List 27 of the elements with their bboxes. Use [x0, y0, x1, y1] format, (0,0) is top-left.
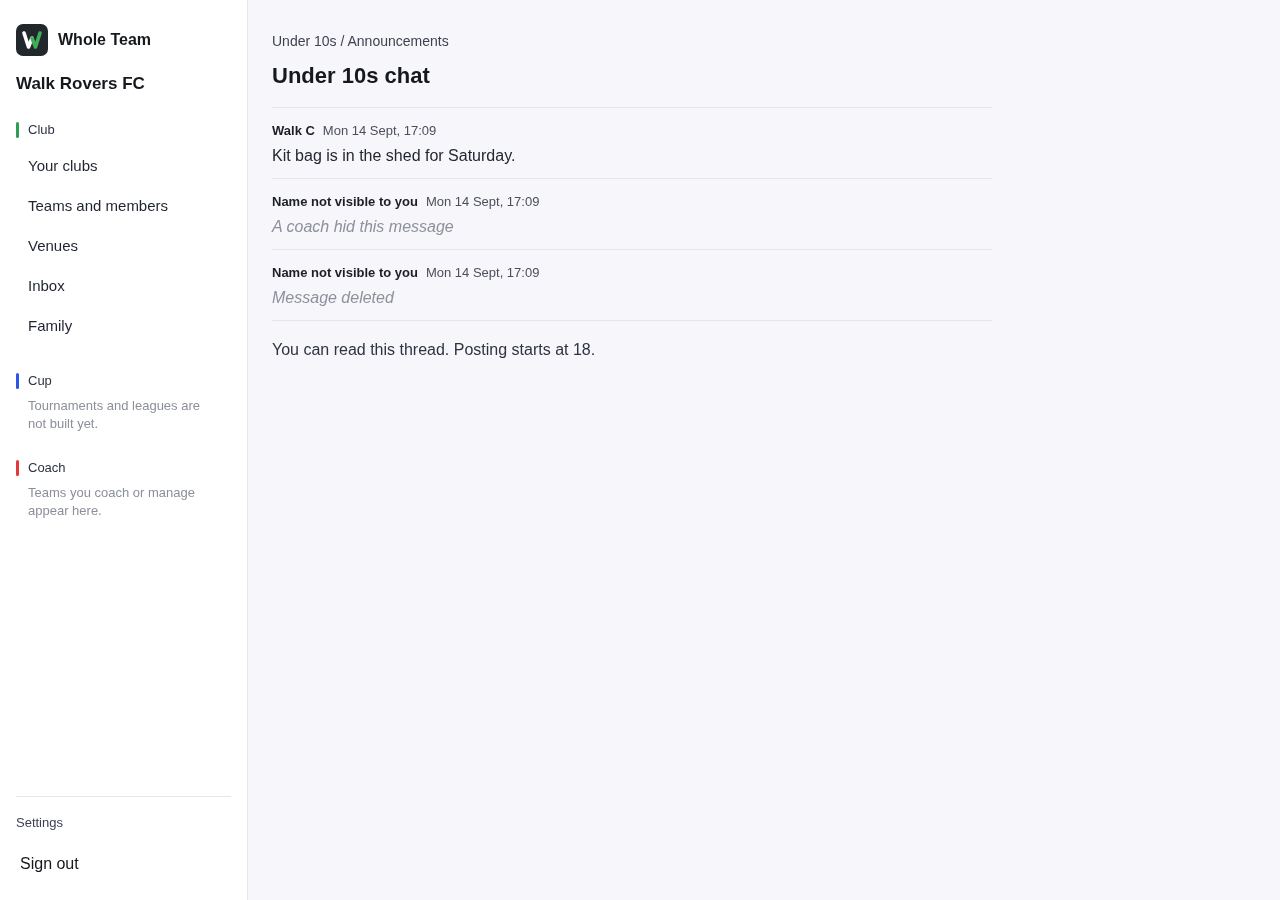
removed-message-note: A coach hid this message — [272, 217, 455, 237]
breadcrumb: Under 10s / Announcements — [272, 32, 450, 50]
message-author: Name not visible to you — [272, 264, 418, 282]
logo-icon — [16, 24, 48, 56]
page-title: Under 10s chat — [272, 63, 992, 108]
section-note: Teams you coach or manage appear here. — [27, 484, 196, 520]
message-time: Mon 14 Sept, 17:09 — [322, 122, 437, 140]
section-label: Cup — [28, 372, 52, 391]
message-author: Name not visible to you — [272, 193, 418, 211]
removed-message-note: Message deleted — [272, 288, 396, 308]
message-author: Walk C — [272, 122, 315, 140]
nav-link[interactable]: Your clubs — [16, 146, 231, 186]
posting-notice: You can read this thread. Posting starts at 18. — [272, 340, 597, 360]
section-label: Coach — [28, 459, 66, 478]
message-text: Kit bag is in the shed for Saturday. — [272, 146, 517, 166]
nav-link[interactable]: Family — [16, 306, 231, 346]
message-time: Mon 14 Sept, 17:09 — [425, 264, 540, 282]
section-note: Tournaments and leagues are not built yet. — [27, 397, 201, 433]
club-name: Walk Rovers FC — [16, 74, 146, 94]
message-time: Mon 14 Sept, 17:09 — [425, 193, 540, 211]
settings-label: Settings — [16, 814, 64, 832]
sign-out-button[interactable]: Sign out — [20, 854, 79, 874]
nav-link[interactable]: Inbox — [16, 266, 231, 306]
nav-link[interactable]: Venues — [16, 226, 231, 266]
section-label: Club — [28, 121, 55, 140]
nav-link[interactable]: Teams and members — [16, 186, 231, 226]
brand-name: Whole Team — [58, 30, 152, 50]
